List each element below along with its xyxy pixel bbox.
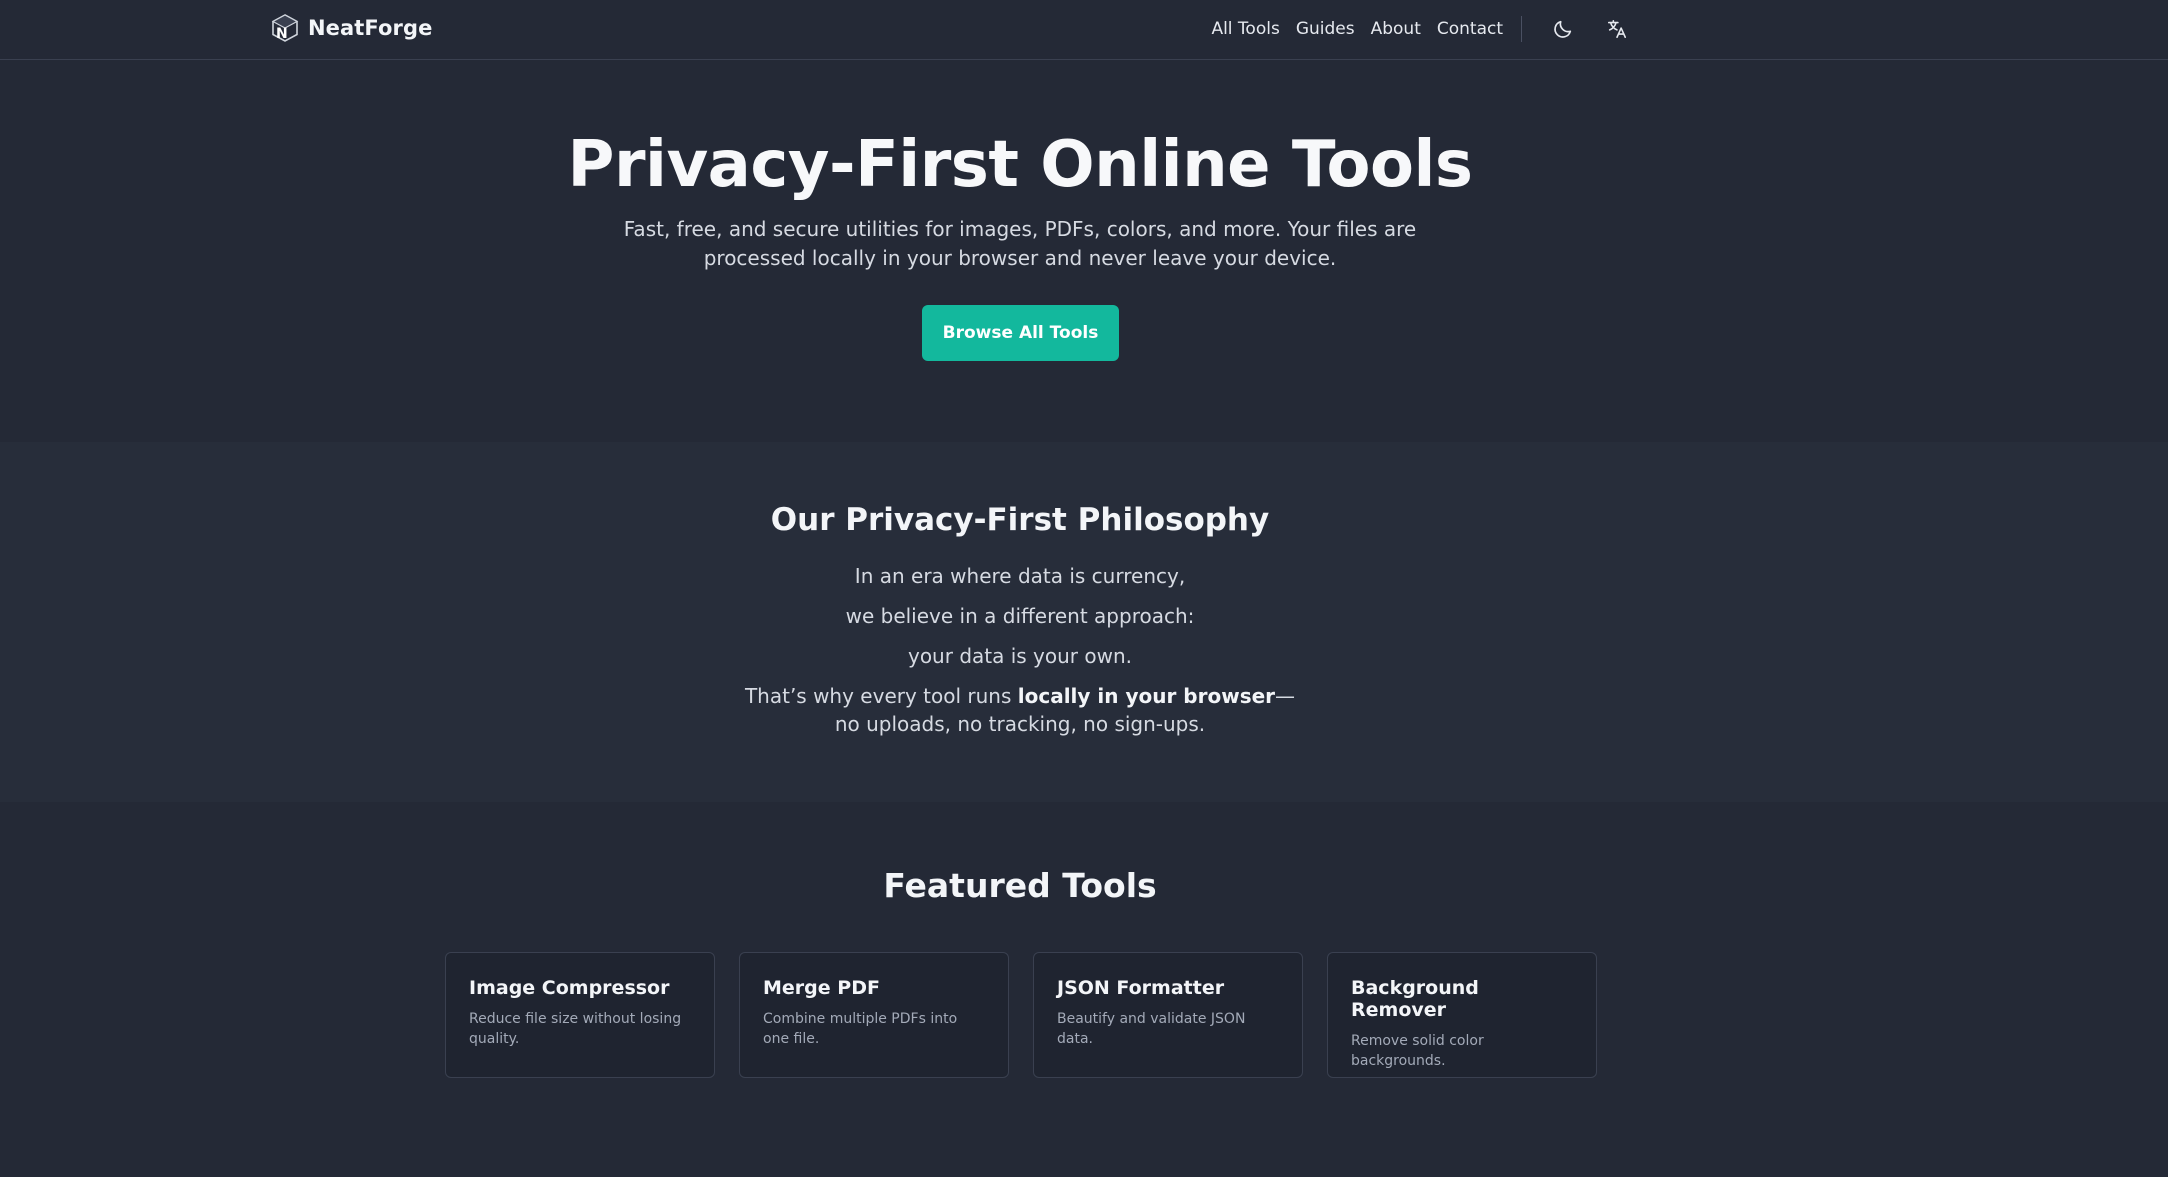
philosophy-line-4-prefix: That’s why every tool runs <box>744 684 1018 708</box>
theme-toggle-button[interactable] <box>1544 10 1582 48</box>
nav-contact[interactable]: Contact <box>1429 19 1511 39</box>
main-nav: All Tools Guides About Contact <box>1203 0 1636 58</box>
tool-card-title: Image Compressor <box>469 977 670 999</box>
hero-subtitle-line-1: Fast, free, and secure utilities for ima… <box>623 217 1417 241</box>
philosophy-section: Our Privacy-First Philosophy In an era w… <box>0 442 2168 802</box>
tool-card-image-compressor[interactable]: Image Compressor Reduce file size withou… <box>445 952 715 1078</box>
tool-card-title: Merge PDF <box>763 977 880 999</box>
hero-subtitle-line-2: processed locally in your browser and ne… <box>703 246 1337 270</box>
philosophy-line-5: no uploads, no tracking, no sign-ups. <box>834 712 1206 736</box>
translate-icon <box>1607 19 1627 39</box>
neatforge-logo-icon: N <box>271 14 299 42</box>
philosophy-line-4-suffix: — <box>1275 684 1296 708</box>
philosophy-title: Our Privacy-First Philosophy <box>770 502 1270 538</box>
browse-all-tools-button[interactable]: Browse All Tools <box>922 305 1119 361</box>
nav-guides[interactable]: Guides <box>1288 19 1363 39</box>
brand-name: NeatForge <box>308 16 433 40</box>
philosophy-line-2: we believe in a different approach: <box>845 604 1195 628</box>
tool-card-description: Reduce file size without losing quality. <box>469 1011 682 1047</box>
hero-subtitle: Fast, free, and secure utilities for ima… <box>620 215 1420 273</box>
nav-divider <box>1521 16 1522 42</box>
tool-card-description: Combine multiple PDFs into one file. <box>763 1011 958 1047</box>
philosophy-emphasis: locally in your browser <box>1017 684 1276 708</box>
tool-card-background-remover[interactable]: Background Remover Remove solid color ba… <box>1327 952 1597 1078</box>
tool-card-merge-pdf[interactable]: Merge PDF Combine multiple PDFs into one… <box>739 952 1009 1078</box>
tool-card-title: JSON Formatter <box>1057 977 1225 999</box>
philosophy-line-1: In an era where data is currency, <box>854 564 1186 588</box>
tool-card-json-formatter[interactable]: JSON Formatter Beautify and validate JSO… <box>1033 952 1303 1078</box>
nav-about[interactable]: About <box>1363 19 1429 39</box>
tool-card-title: Background Remover <box>1351 977 1479 1021</box>
brand-link[interactable]: N NeatForge <box>270 13 432 43</box>
moon-icon <box>1554 20 1572 38</box>
philosophy-line-4: That’s why every tool runs locally in yo… <box>0 684 2040 708</box>
tool-card-description: Remove solid color backgrounds. <box>1351 1033 1484 1069</box>
featured-tools-title: Featured Tools <box>883 866 1157 905</box>
language-button[interactable] <box>1598 10 1636 48</box>
hero-title: Privacy-First Online Tools <box>567 128 1473 202</box>
nav-all-tools[interactable]: All Tools <box>1203 19 1287 39</box>
philosophy-line-3: your data is your own. <box>907 644 1133 668</box>
svg-text:N: N <box>276 26 288 42</box>
tool-card-description: Beautify and validate JSON data. <box>1057 1011 1246 1047</box>
site-header: N NeatForge All Tools Guides About Conta… <box>0 0 2168 60</box>
